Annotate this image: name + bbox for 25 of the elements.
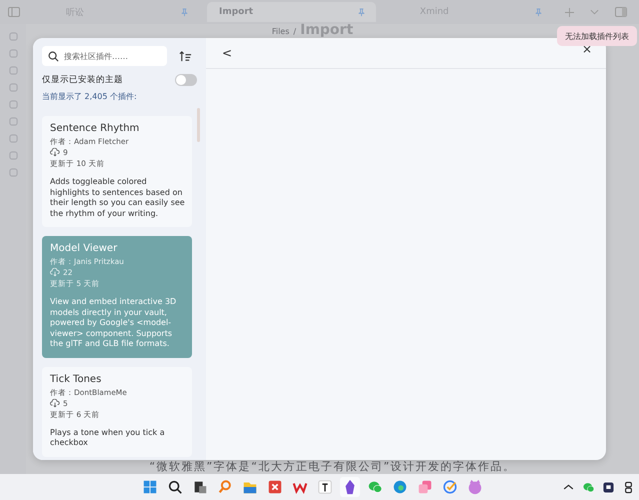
cloud-download-icon: [50, 268, 60, 277]
pin-icon[interactable]: [180, 8, 189, 16]
tab[interactable]: Import: [206, 2, 376, 22]
cloud-download-icon: [50, 148, 60, 157]
pin-icon[interactable]: [534, 8, 543, 16]
breadcrumb-folder[interactable]: Files: [272, 27, 290, 36]
plugin-name: Tick Tones: [50, 374, 102, 384]
plugin-name: Model Viewer: [50, 243, 118, 254]
plugin-name: Sentence Rhythm: [50, 123, 140, 134]
back-button[interactable]: <: [218, 46, 236, 60]
toggle-label: 仅显示已安装的主题: [42, 74, 123, 86]
search-field[interactable]: 搜索社区插件……: [42, 46, 167, 66]
plugin-count: 当前显示了 2,405 个插件:: [42, 91, 138, 102]
breadcrumb-separator: /: [293, 27, 296, 36]
pin-icon[interactable]: [356, 8, 366, 16]
sidebar-toggle-icon[interactable]: [8, 7, 22, 17]
plugin-description: Adds toggleable colored highlights to sentences based on their length so you can easily see the rhythm of your writing.: [50, 177, 186, 219]
sort-icon[interactable]: [179, 50, 192, 62]
body-text: “微软雅黑”字体是“北大方正电子有限公司”设计开发的字体作品。: [149, 461, 516, 474]
scrollbar[interactable]: [197, 108, 200, 142]
error-toast: 无法加载插件列表: [557, 26, 637, 46]
toggle-switch[interactable]: [175, 74, 197, 86]
cloud-download-icon: [50, 398, 60, 408]
plugin-description: Plays a tone when you tick a checkbox: [50, 428, 166, 448]
plugin-description: View and embed interactive 3D models directly in your vault, powered by Google's <model-viewer> component. Supports the glTF and GLB file formats.: [50, 297, 178, 350]
